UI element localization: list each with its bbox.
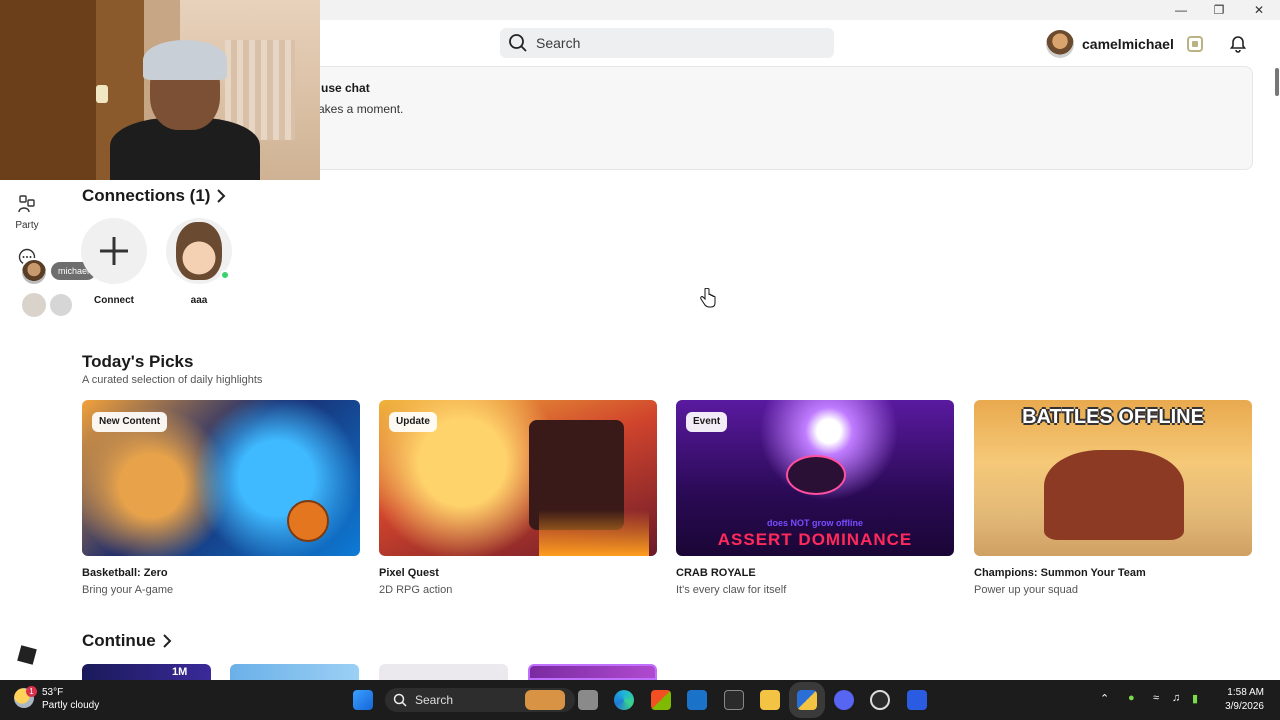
connection-aaa[interactable]: aaa <box>166 218 232 306</box>
date: 3/9/2026 <box>1225 701 1264 712</box>
todays-picks-subtitle: A curated selection of daily highlights <box>82 374 263 386</box>
security-shield-icon[interactable] <box>789 682 825 718</box>
close-window-button[interactable]: ✕ <box>1240 0 1278 20</box>
robux-icon[interactable] <box>1186 36 1203 52</box>
hand-cursor-icon <box>700 288 716 308</box>
card-badge: Update <box>389 412 437 432</box>
battery-icon[interactable]: ▮ <box>1192 692 1198 705</box>
chat-banner: use chat akes a moment. <box>300 66 1253 170</box>
continue-thumbnail[interactable] <box>528 664 657 680</box>
user-menu[interactable]: camelmichael <box>1046 28 1247 60</box>
banner-text: akes a moment. <box>318 102 404 116</box>
card-title: Pixel Quest <box>379 567 439 579</box>
avatar <box>176 222 222 280</box>
card-title: CRAB ROYALE <box>676 567 756 579</box>
thumbnail-headline: BATTLES OFFLINE <box>1022 406 1204 428</box>
continue-header[interactable]: Continue <box>82 631 172 651</box>
edge-browser-icon[interactable] <box>614 690 634 710</box>
store-icon[interactable] <box>651 690 671 710</box>
outlook-icon[interactable] <box>687 690 707 710</box>
task-view-icon[interactable] <box>578 690 598 710</box>
weather-condition: Partly cloudy <box>42 700 100 711</box>
taskbar: 1 53°F Partly cloudy Search ⌃ ● ≈ ♫ ▮ 1:… <box>0 680 1280 720</box>
presence-avatar[interactable] <box>20 258 48 286</box>
wifi-icon[interactable]: ≈ <box>1153 692 1159 704</box>
game-thumbnail[interactable]: does NOT grow offline ASSERT DOMINANCE E… <box>676 400 954 556</box>
connect-label: Connect <box>94 295 134 306</box>
todays-picks-title: Today's Picks <box>82 352 193 372</box>
card-title: Champions: Summon Your Team <box>974 567 1146 579</box>
minimize-button[interactable]: — <box>1162 0 1200 20</box>
game-card-basketball-zero[interactable]: New Content Basketball: Zero Bring your … <box>82 400 360 596</box>
chevron-up-icon[interactable]: ⌃ <box>1100 692 1109 705</box>
banner-title: use chat <box>321 81 370 95</box>
continue-thumbnail[interactable] <box>379 664 508 680</box>
continue-thumbnail[interactable]: 1M <box>82 664 211 680</box>
plus-icon <box>100 237 128 265</box>
continue-thumbnail[interactable] <box>230 664 359 680</box>
taskbar-search[interactable]: Search <box>385 688 575 712</box>
connections-header[interactable]: Connections (1) <box>82 186 226 206</box>
username[interactable]: camelmichael <box>1082 36 1174 52</box>
continue-title: Continue <box>82 631 156 650</box>
weather-badge: 1 <box>26 686 37 697</box>
restore-button[interactable]: ❐ <box>1200 0 1238 20</box>
game-card-crab-royale[interactable]: does NOT grow offline ASSERT DOMINANCE E… <box>676 400 954 596</box>
windows-start-icon[interactable] <box>353 690 373 710</box>
game-thumbnail[interactable]: New Content <box>82 400 360 556</box>
mini-avatar[interactable] <box>22 293 46 317</box>
game-thumbnail[interactable]: BATTLES OFFLINE <box>974 400 1252 556</box>
weather-widget[interactable]: 1 53°F Partly cloudy <box>14 686 99 712</box>
card-title: Basketball: Zero <box>82 567 168 579</box>
roblox-logo-icon[interactable] <box>17 645 37 665</box>
thumbnail-caption: 1M <box>172 666 188 678</box>
microphone-icon[interactable]: ● <box>1128 692 1135 704</box>
roblox-taskbar-icon[interactable] <box>907 690 927 710</box>
game-thumbnail[interactable]: Update <box>379 400 657 556</box>
file-explorer-icon[interactable] <box>760 690 780 710</box>
card-subtitle: Bring your A-game <box>82 584 174 596</box>
bell-icon[interactable] <box>1229 35 1247 53</box>
webcam-overlay <box>0 0 320 180</box>
time: 1:58 AM <box>1227 687 1264 698</box>
more-avatars-icon[interactable] <box>50 294 72 316</box>
fire-art <box>539 510 649 556</box>
connection-label: aaa <box>190 295 208 306</box>
card-subtitle: 2D RPG action <box>379 584 453 596</box>
discord-icon[interactable] <box>834 690 854 710</box>
chevron-right-icon <box>217 189 226 203</box>
party-icon <box>18 195 35 213</box>
scrollbar-thumb[interactable] <box>1275 68 1279 96</box>
search-bar[interactable]: Search <box>500 28 834 58</box>
search-placeholder: Search <box>536 35 581 51</box>
obs-icon[interactable] <box>870 690 890 710</box>
thumbnail-headline: ASSERT DOMINANCE <box>717 530 913 549</box>
clock[interactable]: 1:58 AM 3/9/2026 <box>1216 686 1264 714</box>
thumbnail-caption: does NOT grow offline <box>767 518 863 528</box>
taskbar-search-label: Search <box>415 693 454 707</box>
avatar[interactable] <box>1046 30 1074 58</box>
search-icon <box>393 693 407 707</box>
card-subtitle: Power up your squad <box>974 584 1078 596</box>
basketball-art <box>287 500 329 542</box>
search-icon <box>509 34 527 52</box>
temperature: 53°F <box>42 687 64 698</box>
app-icon[interactable] <box>724 690 744 710</box>
connections-title: Connections (1) <box>82 186 211 205</box>
nav-party[interactable]: Party <box>6 194 48 231</box>
chevron-right-icon <box>162 634 172 648</box>
crab-art <box>786 455 846 495</box>
volume-icon[interactable]: ♫ <box>1172 692 1180 704</box>
champion-art <box>1044 450 1184 540</box>
game-card-pixel-quest[interactable]: Update Pixel Quest 2D RPG action <box>379 400 657 596</box>
game-card-champions[interactable]: BATTLES OFFLINE Champions: Summon Your T… <box>974 400 1252 596</box>
nav-party-label: Party <box>15 220 39 231</box>
connect-button[interactable]: Connect <box>81 218 147 306</box>
card-badge: Event <box>686 412 728 432</box>
card-subtitle: It's every claw for itself <box>676 584 787 596</box>
todays-picks-title-text: Today's Picks <box>82 352 194 371</box>
online-status-dot <box>220 270 230 280</box>
card-badge: New Content <box>92 412 168 432</box>
search-highlight-icon <box>525 690 565 710</box>
